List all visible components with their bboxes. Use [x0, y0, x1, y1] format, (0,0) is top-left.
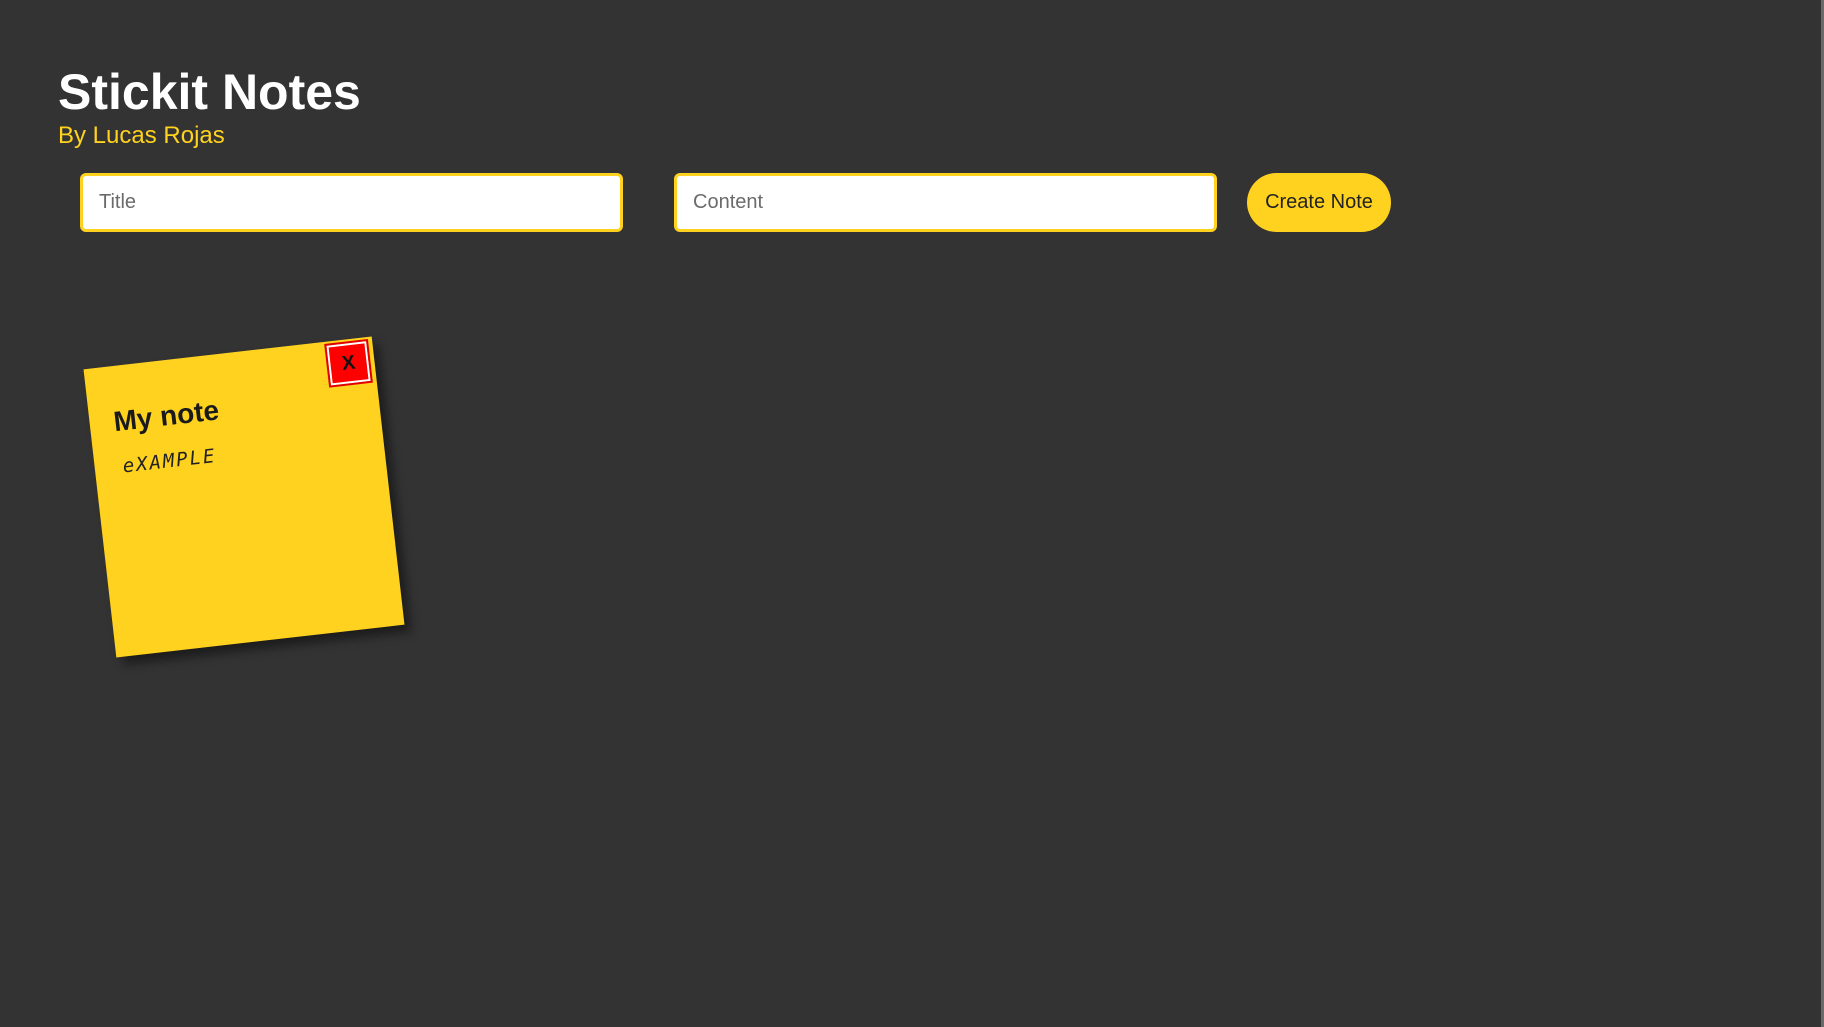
- delete-note-button[interactable]: X: [324, 338, 373, 388]
- title-input[interactable]: [80, 173, 623, 232]
- page: Stickit Notes By Lucas Rojas Create Note…: [0, 0, 1824, 1027]
- content-input[interactable]: [674, 173, 1217, 232]
- header: Stickit Notes By Lucas Rojas: [58, 62, 361, 150]
- note-title: My note: [111, 394, 221, 438]
- app-subtitle: By Lucas Rojas: [58, 122, 225, 149]
- create-note-button[interactable]: Create Note: [1247, 173, 1391, 232]
- app-title: Stickit Notes: [58, 64, 361, 120]
- note-content: eXAMPLE: [121, 444, 218, 478]
- sticky-note: X My note eXAMPLE: [83, 336, 405, 658]
